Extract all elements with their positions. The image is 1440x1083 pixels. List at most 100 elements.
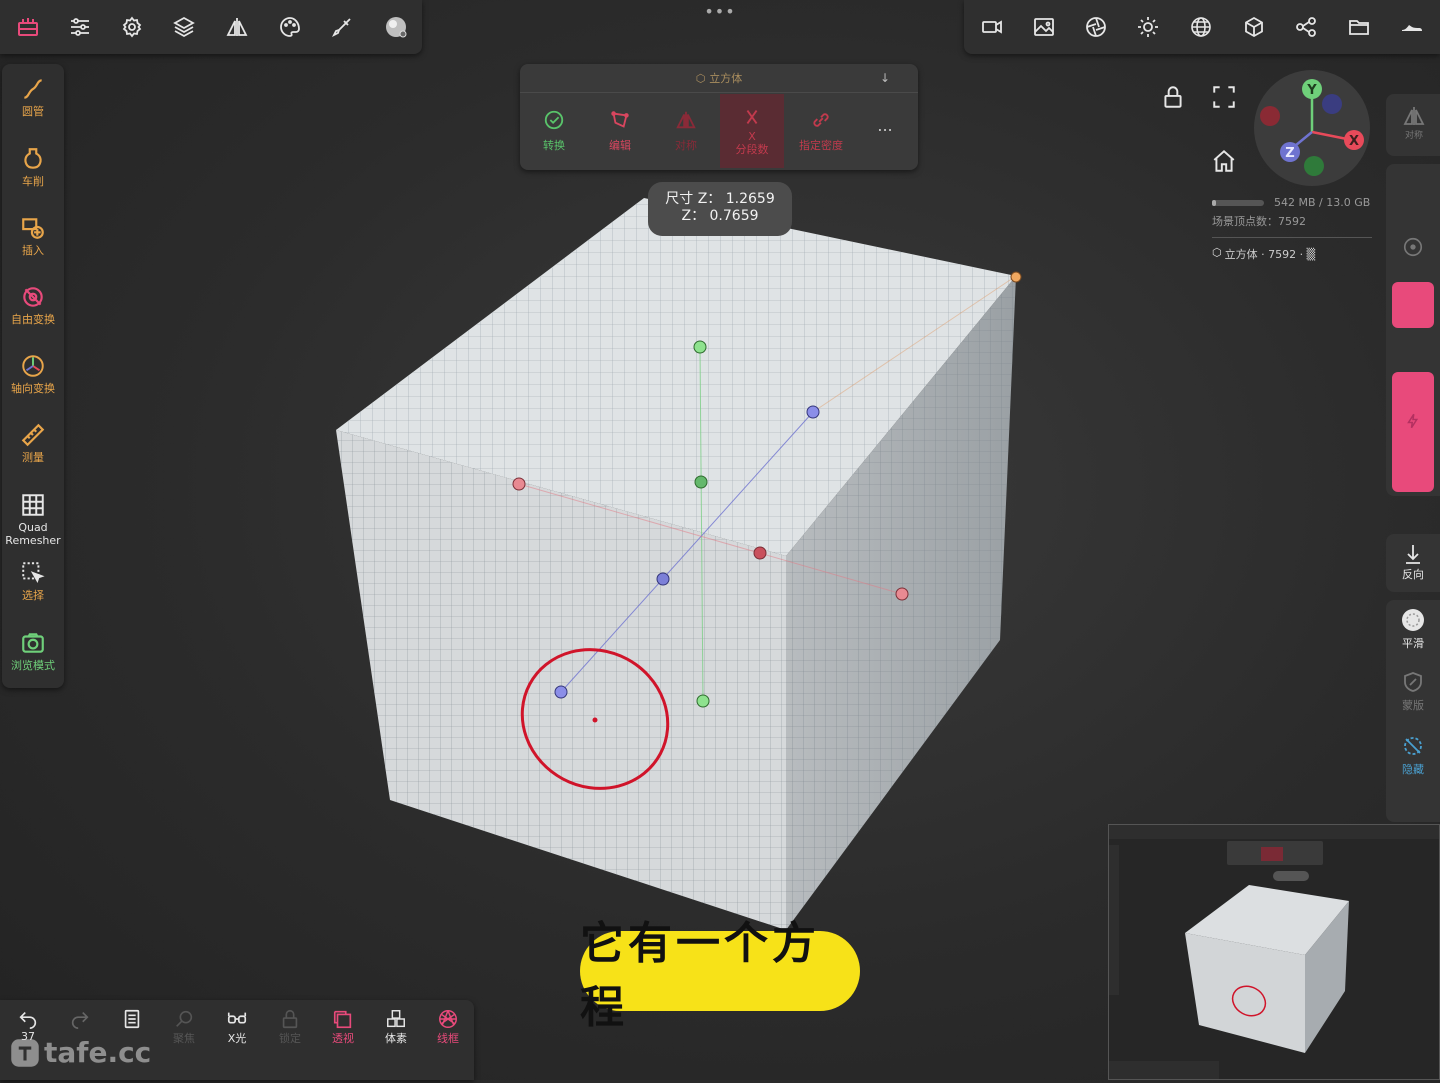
object-entry[interactable]: 立方体 · 7592 · ▒ — [1225, 246, 1315, 262]
tool-insert[interactable]: 插入 — [2, 215, 64, 257]
z-handle-mid[interactable] — [656, 572, 670, 586]
mirror-label: 对称 — [675, 139, 697, 152]
symmetry-icon[interactable] — [219, 9, 255, 45]
perspective-button[interactable]: 透视 — [317, 1008, 369, 1046]
z-handle-front[interactable] — [554, 685, 568, 699]
collapse-icon[interactable]: ↓ — [880, 71, 890, 85]
density-button[interactable]: 指定密度 — [786, 94, 856, 168]
right-brush-panel: 平滑 蒙版 隐藏 — [1386, 600, 1440, 822]
fullscreen-icon[interactable] — [1211, 84, 1237, 110]
lock-button[interactable]: 锁定 — [264, 1008, 316, 1046]
tool-quad-remesher[interactable]: Quad Remesher — [2, 492, 64, 547]
target-icon[interactable] — [1402, 236, 1424, 258]
tool-axis-transform[interactable]: 轴向变换 — [2, 353, 64, 395]
logo-icon — [11, 1038, 39, 1067]
radius-slider[interactable] — [1392, 282, 1434, 328]
cube-icon[interactable] — [1236, 9, 1272, 45]
tool-label: 自由变换 — [11, 313, 55, 326]
camera-icon — [22, 633, 44, 653]
smooth-button[interactable]: 平滑 — [1386, 608, 1440, 651]
voxel-button[interactable]: 体素 — [370, 1008, 422, 1046]
focus-button[interactable]: 聚焦 — [158, 1008, 210, 1046]
edit-label: 编辑 — [609, 139, 631, 152]
sliders-icon[interactable] — [62, 9, 98, 45]
wireframe-button[interactable]: 线框 — [422, 1008, 474, 1046]
folder-icon[interactable] — [1341, 9, 1377, 45]
y-handle-top[interactable] — [693, 340, 707, 354]
tool-free-transform[interactable]: 自由变换 — [2, 284, 64, 326]
scene-icon[interactable] — [10, 9, 46, 45]
mask-label: 蒙版 — [1402, 699, 1424, 712]
x-handle-left[interactable] — [512, 477, 526, 491]
edit-shape-icon — [611, 111, 629, 128]
aperture-icon[interactable] — [1078, 9, 1114, 45]
palette-icon[interactable] — [272, 9, 308, 45]
hide-icon — [1404, 737, 1422, 755]
corner-handle[interactable] — [1010, 271, 1022, 283]
object-menu-header[interactable]: ⬡ 立方体 ↓ — [520, 64, 918, 93]
hide-button[interactable]: 隐藏 — [1386, 734, 1440, 777]
watermark-text: tafe.cc — [44, 1036, 152, 1069]
ruler-icon — [21, 423, 45, 447]
symmetry-button[interactable]: 对称 — [1386, 104, 1440, 141]
check-circle-icon — [544, 110, 564, 130]
wireframe-icon — [439, 1010, 457, 1028]
object-menu-title: 立方体 — [709, 72, 743, 85]
free-transform-icon — [23, 287, 43, 307]
z-axis-label: Z — [1285, 146, 1294, 161]
object-menu: ⬡ 立方体 ↓ 转换 编辑 对称 X 分段数 指定密度 ... — [520, 64, 918, 170]
brush-icon[interactable] — [324, 9, 360, 45]
layers-icon[interactable] — [166, 9, 202, 45]
xray-button[interactable]: X光 — [211, 1008, 263, 1046]
camera-icon[interactable] — [974, 9, 1010, 45]
link-icon — [813, 113, 829, 127]
tool-tube[interactable]: 圆管 — [2, 76, 64, 118]
hide-label: 隐藏 — [1402, 763, 1424, 776]
voxel-icon — [387, 1010, 405, 1028]
history-button[interactable] — [106, 1008, 158, 1030]
y-handle-bottom[interactable] — [696, 694, 710, 708]
sphere-grid-icon[interactable] — [1183, 9, 1219, 45]
x-handle-mid[interactable] — [753, 546, 767, 560]
symmetry-label: 对称 — [1404, 131, 1423, 141]
tool-lathe[interactable]: 车削 — [2, 146, 64, 188]
tool-view-mode[interactable]: 浏览模式 — [2, 630, 64, 672]
reverse-button[interactable]: 反向 — [1386, 542, 1440, 582]
mask-button[interactable]: 蒙版 — [1386, 670, 1440, 713]
shield-icon — [1404, 672, 1422, 692]
gear-icon[interactable] — [114, 9, 150, 45]
top-center-handle[interactable]: ••• — [700, 2, 740, 21]
y-handle-center[interactable] — [694, 475, 708, 489]
lock-icon[interactable] — [1160, 84, 1186, 110]
axis-gizmo[interactable]: Y X Z — [1252, 70, 1372, 188]
vertex-count: 场景顶点数：7592 — [1212, 215, 1306, 228]
nodes-icon[interactable] — [1288, 9, 1324, 45]
divisions-button[interactable]: X 分段数 — [720, 94, 784, 168]
home-icon[interactable] — [1211, 148, 1237, 174]
mirror-button[interactable]: 对称 — [654, 94, 718, 168]
perspective-icon — [333, 1010, 352, 1029]
tool-label: 选择 — [22, 589, 44, 602]
edit-button[interactable]: 编辑 — [588, 94, 652, 168]
search-icon — [176, 1010, 193, 1027]
x-handle-right[interactable] — [895, 587, 909, 601]
tool-label: 插入 — [22, 244, 44, 257]
shoe-icon[interactable] — [1394, 9, 1430, 45]
lock-icon — [282, 1009, 298, 1029]
lightning-icon — [1407, 413, 1419, 429]
tool-label: 测量 — [22, 451, 44, 464]
intensity-slider[interactable] — [1392, 372, 1434, 492]
tool-select[interactable]: 选择 — [2, 560, 64, 602]
mirror-icon — [676, 111, 696, 129]
image-icon[interactable] — [1026, 9, 1062, 45]
convert-button[interactable]: 转换 — [522, 94, 586, 168]
tool-measure[interactable]: 测量 — [2, 422, 64, 464]
material-sphere-icon[interactable] — [378, 9, 414, 45]
more-button[interactable]: ... — [870, 116, 900, 135]
redo-button[interactable] — [54, 1008, 106, 1030]
z-handle-back[interactable] — [806, 405, 820, 419]
tool-label: 轴向变换 — [11, 382, 55, 395]
smooth-label: 平滑 — [1402, 637, 1424, 650]
sun-icon[interactable] — [1130, 9, 1166, 45]
voxel-label: 体素 — [385, 1032, 407, 1045]
